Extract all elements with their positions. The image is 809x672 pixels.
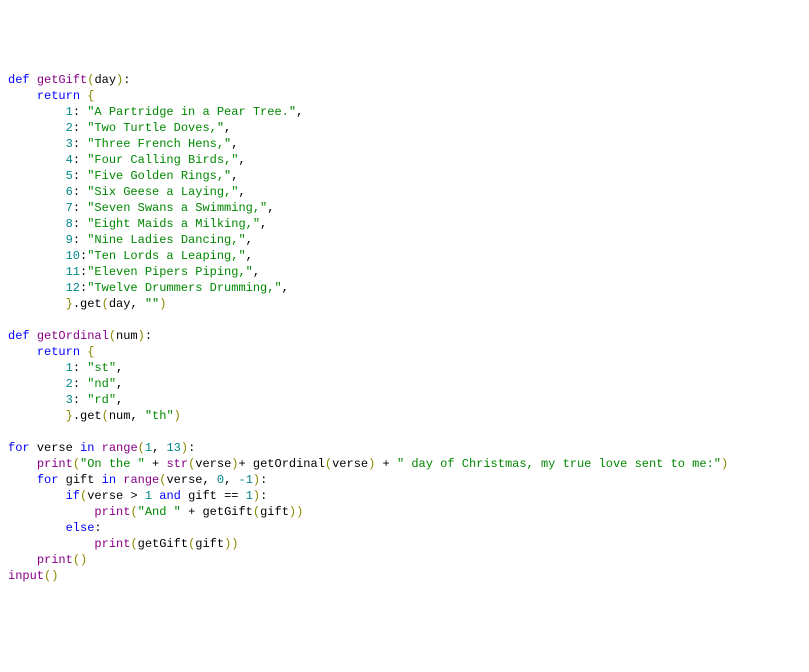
kw-in: in (80, 441, 94, 455)
kw-return: return (37, 89, 80, 103)
kw-def: def (8, 73, 30, 87)
line: 2: "nd", (8, 377, 123, 391)
str-empty: "" (145, 297, 159, 311)
num-5: 5 (66, 169, 73, 183)
num-12: 12 (66, 281, 80, 295)
str-th: "th" (145, 409, 174, 423)
kw-for: for (8, 441, 30, 455)
line: 6: "Six Geese a Laying,", (8, 185, 246, 199)
num-8: 8 (66, 217, 73, 231)
str-gift-9: "Nine Ladies Dancing," (87, 233, 245, 247)
brace-open: { (87, 89, 94, 103)
brace-close: } (66, 297, 73, 311)
num-3: 3 (66, 137, 73, 151)
num-4: 4 (66, 153, 73, 167)
line: 3: "Three French Hens,", (8, 137, 238, 151)
id-verse: verse (37, 441, 73, 455)
line: for gift in range(verse, 0, -1): (8, 473, 267, 487)
kw-and: and (159, 489, 181, 503)
fn-getGift: getGift (37, 73, 87, 87)
line: 1: "A Partridge in a Pear Tree.", (8, 105, 303, 119)
str-and: "And " (138, 505, 188, 519)
line: if(verse > 1 and gift == 1): (8, 489, 267, 503)
fn-input: input (8, 569, 44, 583)
line: for verse in range(1, 13): (8, 441, 195, 455)
num-10: 10 (66, 249, 80, 263)
line: 5: "Five Golden Rings,", (8, 169, 238, 183)
line: print("On the " + str(verse)+ getOrdinal… (8, 457, 728, 471)
param-day: day (94, 73, 116, 87)
str-gift-5: "Five Golden Rings," (87, 169, 231, 183)
line: 7: "Seven Swans a Swimming,", (8, 201, 274, 215)
kw-else: else (66, 521, 95, 535)
line: 2: "Two Turtle Doves,", (8, 121, 231, 135)
line: 8: "Eight Maids a Milking,", (8, 217, 267, 231)
blank-line (8, 313, 15, 327)
fn-str: str (166, 457, 188, 471)
str-nd: "nd" (87, 377, 116, 391)
param-num: num (116, 329, 138, 343)
line: return { (8, 345, 94, 359)
str-gift-1: "A Partridge in a Pear Tree." (87, 105, 296, 119)
blank-line (8, 425, 15, 439)
line: 9: "Nine Ladies Dancing,", (8, 233, 253, 247)
line: input() (8, 569, 58, 583)
num-2: 2 (66, 121, 73, 135)
str-gift-3: "Three French Hens," (87, 137, 231, 151)
str-gift-7: "Seven Swans a Swimming," (87, 201, 267, 215)
num-9: 9 (66, 233, 73, 247)
line: return { (8, 89, 94, 103)
str-gift-11: "Eleven Pipers Piping," (87, 265, 253, 279)
line: 1: "st", (8, 361, 123, 375)
str-st: "st" (87, 361, 116, 375)
str-rd: "rd" (87, 393, 116, 407)
line: }.get(num, "th") (8, 409, 181, 423)
line: print("And " + getGift(gift)) (8, 505, 303, 519)
str-gift-12: "Twelve Drummers Drumming," (87, 281, 281, 295)
line: 4: "Four Calling Birds,", (8, 153, 246, 167)
line: print() (8, 553, 87, 567)
str-gift-4: "Four Calling Birds," (87, 153, 238, 167)
fn-getOrdinal: getOrdinal (37, 329, 109, 343)
str-gift-2: "Two Turtle Doves," (87, 121, 224, 135)
num-1: 1 (66, 105, 73, 119)
line: 3: "rd", (8, 393, 123, 407)
line: else: (8, 521, 102, 535)
str-on-the: "On the " (80, 457, 145, 471)
num-11: 11 (66, 265, 80, 279)
line: 11:"Eleven Pipers Piping,", (8, 265, 260, 279)
line: 10:"Ten Lords a Leaping,", (8, 249, 253, 263)
fn-print: print (37, 457, 73, 471)
code-block: def getGift(day): return { 1: "A Partrid… (8, 72, 801, 584)
kw-if: if (66, 489, 80, 503)
id-gift: gift (66, 473, 95, 487)
line: def getOrdinal(num): (8, 329, 152, 343)
line: print(getGift(gift)) (8, 537, 238, 551)
str-day-of: " day of Christmas, my true love sent to… (397, 457, 721, 471)
str-gift-10: "Ten Lords a Leaping," (87, 249, 245, 263)
num-6: 6 (66, 185, 73, 199)
num-7: 7 (66, 201, 73, 215)
str-gift-8: "Eight Maids a Milking," (87, 217, 260, 231)
line: 12:"Twelve Drummers Drumming,", (8, 281, 289, 295)
line: def getGift(day): (8, 73, 130, 87)
fn-range: range (102, 441, 138, 455)
line: }.get(day, "") (8, 297, 166, 311)
str-gift-6: "Six Geese a Laying," (87, 185, 238, 199)
